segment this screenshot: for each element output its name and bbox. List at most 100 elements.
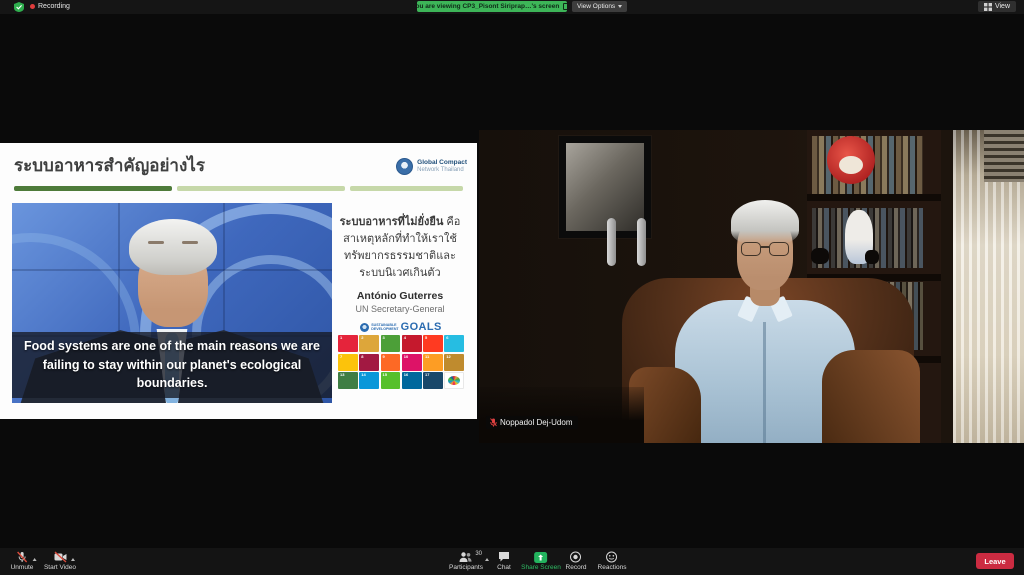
quote-author: António Guterres xyxy=(334,290,466,302)
record-button[interactable]: Record xyxy=(566,551,587,571)
title-divider-dark xyxy=(14,186,172,191)
participants-icon xyxy=(460,551,473,563)
sdg-tile xyxy=(444,372,464,389)
sdg-tile: 4 xyxy=(402,335,422,352)
smiley-reactions-icon xyxy=(606,551,618,563)
metal-handle xyxy=(607,218,616,266)
sdg-goals-word: GOALS xyxy=(401,321,442,333)
share-screen-icon xyxy=(535,552,548,563)
title-divider-light-2 xyxy=(350,186,463,191)
view-options-button[interactable]: View Options xyxy=(572,1,627,12)
start-video-label: Start Video xyxy=(44,564,76,571)
sdg-tile: 13 xyxy=(338,372,358,389)
sdg-tile: 15 xyxy=(381,372,401,389)
shirt-placket xyxy=(763,322,766,443)
sdg-tile: 8 xyxy=(359,354,379,371)
sdg-tile: 2 xyxy=(359,335,379,352)
muted-mic-icon xyxy=(490,418,497,427)
shelf-object xyxy=(811,248,829,264)
zoom-meeting-window: Recording You are viewing CP3_Pisont Sir… xyxy=(0,0,1024,575)
participant-video-tile: Noppadol Dej-Udom xyxy=(479,130,1024,443)
share-screen-button[interactable]: Share Screen xyxy=(521,551,561,571)
chat-button[interactable]: Chat xyxy=(497,551,511,571)
recording-indicator: Recording xyxy=(30,3,70,10)
monitor-icon xyxy=(563,3,567,10)
chat-bubble-icon xyxy=(498,551,510,563)
sdg-header-line2: DEVELOPMENT xyxy=(371,327,398,331)
logo-name: Global Compact xyxy=(417,159,467,167)
reactions-button[interactable]: Reactions xyxy=(598,551,627,571)
camera-off-icon xyxy=(53,551,66,563)
recording-label: Recording xyxy=(38,3,70,10)
sdg-tile: 12 xyxy=(444,354,464,371)
thai-quote: ระบบอาหารที่ไม่ยั่งยืน คือ สาเหตุหลักที่… xyxy=(334,214,466,282)
sdg-tile: 16 xyxy=(402,372,422,389)
global-compact-logo: Global Compact Network Thailand xyxy=(396,158,467,175)
view-options-label: View Options xyxy=(577,3,615,10)
shelf-object xyxy=(865,250,879,264)
sdg-tile: 3 xyxy=(381,335,401,352)
chair-armrest-right xyxy=(822,350,920,443)
guterres-eyebrow xyxy=(148,241,164,244)
speaker-glasses xyxy=(740,242,790,258)
unmute-label: Unmute xyxy=(11,564,34,571)
sdg-tile: 9 xyxy=(381,354,401,371)
participants-count: 30 xyxy=(475,551,482,557)
participants-label: Participants xyxy=(449,564,483,571)
meeting-toolbar: Unmute Start Video 30 xyxy=(0,548,1024,575)
chevron-up-icon[interactable] xyxy=(485,558,489,561)
chevron-up-icon[interactable] xyxy=(71,558,75,561)
un-globe-icon xyxy=(360,323,369,332)
record-icon xyxy=(570,551,582,563)
sdg-tile: 11 xyxy=(423,354,443,371)
sdg-tile: 6 xyxy=(444,335,464,352)
participant-name-tag: Noppadol Dej-Udom xyxy=(486,416,578,429)
share-screen-label: Share Screen xyxy=(521,564,561,571)
quote-author-role: UN Secretary-General xyxy=(334,304,466,314)
title-divider-light-1 xyxy=(177,186,345,191)
chat-label: Chat xyxy=(497,564,511,571)
start-video-button[interactable]: Start Video xyxy=(44,551,76,571)
view-button[interactable]: View xyxy=(978,1,1016,12)
record-label: Record xyxy=(566,564,587,571)
shared-screen-slide: ระบบอาหารสำคัญอย่างไร Global Compact Net… xyxy=(0,143,477,419)
participants-button[interactable]: 30 Participants xyxy=(449,551,483,571)
sdg-header: SUSTAINABLE DEVELOPMENT GOALS xyxy=(338,321,464,333)
window-blinds xyxy=(984,130,1024,182)
grid-view-icon xyxy=(984,3,992,11)
foreground-desk-shadow xyxy=(479,387,644,443)
shelf-board xyxy=(807,194,953,201)
recording-dot-icon xyxy=(30,4,35,9)
sdg-tile: 1 xyxy=(338,335,358,352)
red-plush-toy xyxy=(827,136,875,184)
leave-button[interactable]: Leave xyxy=(976,553,1014,569)
window-frame xyxy=(941,130,953,443)
viewing-screen-banner: You are viewing CP3_Pisont Siriprap…'s s… xyxy=(417,1,567,12)
sdg-grid: 1234567891011121314151617 xyxy=(338,335,464,389)
logo-subname: Network Thailand xyxy=(417,167,467,174)
chevron-up-icon[interactable] xyxy=(33,558,37,561)
view-label: View xyxy=(995,3,1010,10)
chevron-down-icon xyxy=(618,5,622,8)
reactions-label: Reactions xyxy=(598,564,627,571)
sdg-tile: 14 xyxy=(359,372,379,389)
guterres-hair xyxy=(129,219,217,275)
participant-name: Noppadol Dej-Udom xyxy=(500,418,572,427)
global-compact-globe-icon xyxy=(396,158,413,175)
thai-quote-bold: ระบบอาหารที่ไม่ยั่งยืน xyxy=(340,216,444,228)
mic-muted-icon xyxy=(16,551,27,563)
guterres-video-still: Food systems are one of the main reasons… xyxy=(12,203,332,403)
guterres-eyebrow xyxy=(182,241,198,244)
encryption-shield-icon[interactable] xyxy=(14,2,24,12)
sdg-tile: 17 xyxy=(423,372,443,389)
top-bar: Recording You are viewing CP3_Pisont Sir… xyxy=(0,0,1024,14)
sdg-tile: 10 xyxy=(402,354,422,371)
viewing-screen-text: You are viewing CP3_Pisont Siriprap…'s s… xyxy=(417,3,559,10)
slide-title: ระบบอาหารสำคัญอย่างไร xyxy=(14,152,205,179)
sdg-tile: 7 xyxy=(338,354,358,371)
subtitle-caption: Food systems are one of the main reasons… xyxy=(12,332,332,398)
unmute-button[interactable]: Unmute xyxy=(11,551,34,571)
sdg-logo-block: SUSTAINABLE DEVELOPMENT GOALS 1234567891… xyxy=(338,321,464,389)
sdg-tile: 5 xyxy=(423,335,443,352)
speaker-hair xyxy=(731,200,799,244)
